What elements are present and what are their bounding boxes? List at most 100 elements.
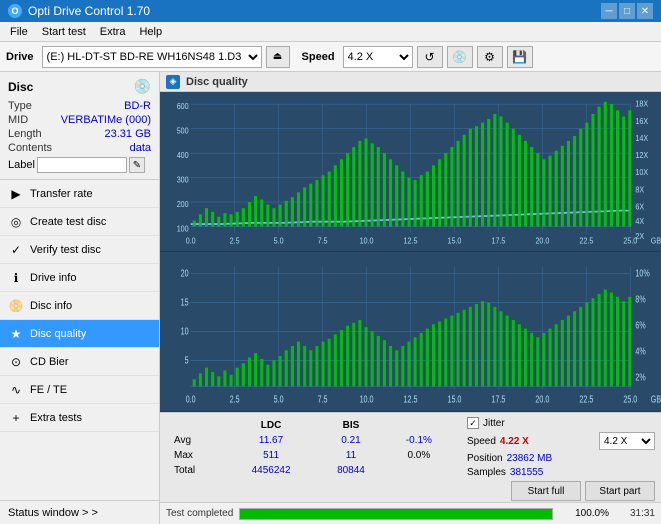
progress-bar-container — [239, 508, 553, 520]
disc-section-title: Disc — [8, 80, 33, 94]
svg-text:12.5: 12.5 — [404, 393, 418, 405]
disc-length-value: 23.31 GB — [105, 128, 151, 140]
charts-area: LDC Read speed Write speed — [160, 92, 661, 412]
svg-text:20.0: 20.0 — [535, 236, 549, 246]
svg-text:8X: 8X — [635, 185, 644, 195]
sidebar-item-label: Disc info — [30, 300, 72, 312]
svg-text:17.5: 17.5 — [491, 393, 505, 405]
total-spacer — [387, 464, 451, 477]
sidebar-item-fe-te[interactable]: ∿ FE / TE — [0, 376, 159, 404]
svg-text:4X: 4X — [635, 216, 644, 226]
extra-tests-icon: + — [8, 410, 24, 426]
drive-label: Drive — [6, 51, 34, 63]
settings-button[interactable]: ⚙ — [477, 46, 503, 68]
stats-left: LDC BIS Avg 11.67 0.21 -0.1% — [160, 413, 461, 502]
start-part-button[interactable]: Start part — [585, 481, 655, 501]
progress-bar-fill — [240, 509, 552, 519]
label-input[interactable] — [37, 157, 127, 173]
sidebar: Disc 💿 Type BD-R MID VERBATIMe (000) Len… — [0, 72, 160, 524]
app-title: Opti Drive Control 1.70 — [28, 4, 150, 18]
disc-contents-row: Contents data — [8, 141, 151, 155]
eject-button[interactable]: ⏏ — [266, 46, 290, 68]
status-window-label: Status window > > — [8, 507, 98, 519]
svg-text:7.5: 7.5 — [318, 236, 328, 246]
minimize-button[interactable]: ─ — [601, 3, 617, 19]
drive-bar: Drive (E:) HL-DT-ST BD-RE WH16NS48 1.D3 … — [0, 42, 661, 72]
svg-text:22.5: 22.5 — [579, 393, 593, 405]
sidebar-item-cd-bier[interactable]: ⊙ CD Bier — [0, 348, 159, 376]
svg-text:17.5: 17.5 — [491, 236, 505, 246]
transfer-rate-icon: ▶ — [8, 186, 24, 202]
stats-panel: LDC BIS Avg 11.67 0.21 -0.1% — [160, 412, 661, 502]
svg-text:8%: 8% — [635, 293, 646, 305]
sidebar-item-extra-tests[interactable]: + Extra tests — [0, 404, 159, 432]
jitter-label: Jitter — [483, 418, 505, 429]
progress-percent: 100.0% — [559, 508, 609, 519]
refresh-button[interactable]: ↺ — [417, 46, 443, 68]
start-full-button[interactable]: Start full — [511, 481, 581, 501]
disc-info-icon: 📀 — [8, 298, 24, 314]
action-buttons: Start full Start part — [467, 481, 655, 501]
menu-file[interactable]: File — [4, 24, 34, 40]
sidebar-item-disc-quality[interactable]: ★ Disc quality — [0, 320, 159, 348]
disc-button[interactable]: 💿 — [447, 46, 473, 68]
disc-icon: 💿 — [134, 78, 151, 95]
disc-contents-value: data — [130, 142, 151, 154]
disc-mid-value: VERBATIMe (000) — [61, 114, 151, 126]
svg-text:15.0: 15.0 — [448, 393, 462, 405]
avg-ldc-val: 11.67 — [227, 434, 315, 447]
maximize-button[interactable]: □ — [619, 3, 635, 19]
jitter-checkbox[interactable]: ✓ — [467, 417, 479, 429]
avg-label: Avg — [170, 434, 225, 447]
disc-type-value: BD-R — [124, 100, 151, 112]
close-button[interactable]: ✕ — [637, 3, 653, 19]
disc-quality-header: ◈ Disc quality — [160, 72, 661, 92]
drive-select[interactable]: (E:) HL-DT-ST BD-RE WH16NS48 1.D3 — [42, 46, 262, 68]
max-bis-val: 11 — [317, 449, 384, 462]
sidebar-item-label: Drive info — [30, 272, 76, 284]
disc-quality-icon: ★ — [8, 326, 24, 342]
top-chart-svg: 600 500 400 300 200 100 18X 16X 14X 12X … — [160, 92, 661, 251]
disc-quality-title: Disc quality — [186, 76, 248, 88]
total-ldc-val: 4456242 — [227, 464, 315, 477]
svg-text:12.5: 12.5 — [404, 236, 418, 246]
sidebar-item-label: CD Bier — [30, 356, 69, 368]
svg-text:20.0: 20.0 — [535, 393, 549, 405]
sidebar-item-create-test-disc[interactable]: ◎ Create test disc — [0, 208, 159, 236]
status-window-button[interactable]: Status window > > — [0, 500, 159, 524]
svg-text:400: 400 — [177, 150, 189, 160]
svg-text:200: 200 — [177, 199, 189, 209]
svg-text:2.5: 2.5 — [230, 393, 240, 405]
sidebar-item-verify-test-disc[interactable]: ✓ Verify test disc — [0, 236, 159, 264]
svg-text:300: 300 — [177, 175, 189, 185]
label-row: Label ✎ — [8, 157, 151, 173]
speed-select[interactable]: 4.2 X — [343, 46, 413, 68]
svg-text:5: 5 — [185, 354, 189, 366]
disc-length-label: Length — [8, 128, 42, 140]
sidebar-item-drive-info[interactable]: ℹ Drive info — [0, 264, 159, 292]
svg-text:7.5: 7.5 — [318, 393, 328, 405]
svg-text:600: 600 — [177, 102, 189, 112]
progress-area: Test completed 100.0% 31:31 — [160, 502, 661, 524]
svg-text:16X: 16X — [635, 116, 648, 126]
menu-help[interactable]: Help — [133, 24, 168, 40]
svg-text:100: 100 — [177, 224, 189, 234]
menu-start-test[interactable]: Start test — [36, 24, 92, 40]
main-area: Disc 💿 Type BD-R MID VERBATIMe (000) Len… — [0, 72, 661, 524]
menu-extra[interactable]: Extra — [94, 24, 132, 40]
sidebar-item-disc-info[interactable]: 📀 Disc info — [0, 292, 159, 320]
save-button[interactable]: 💾 — [507, 46, 533, 68]
svg-text:10X: 10X — [635, 168, 648, 178]
disc-info-section: Disc 💿 Type BD-R MID VERBATIMe (000) Len… — [0, 72, 159, 180]
avg-row: Avg 11.67 0.21 -0.1% — [170, 434, 451, 447]
svg-text:0.0: 0.0 — [186, 236, 196, 246]
bottom-chart: BIS Jitter — [160, 252, 661, 412]
sidebar-item-transfer-rate[interactable]: ▶ Transfer rate — [0, 180, 159, 208]
label-button[interactable]: ✎ — [129, 157, 145, 173]
speed-row: Speed 4.22 X 4.2 X — [467, 432, 655, 450]
total-row: Total 4456242 80844 — [170, 464, 451, 477]
top-chart: LDC Read speed Write speed — [160, 92, 661, 252]
speed-select-stats[interactable]: 4.2 X — [599, 432, 655, 450]
svg-text:500: 500 — [177, 126, 189, 136]
svg-text:10%: 10% — [635, 267, 649, 279]
